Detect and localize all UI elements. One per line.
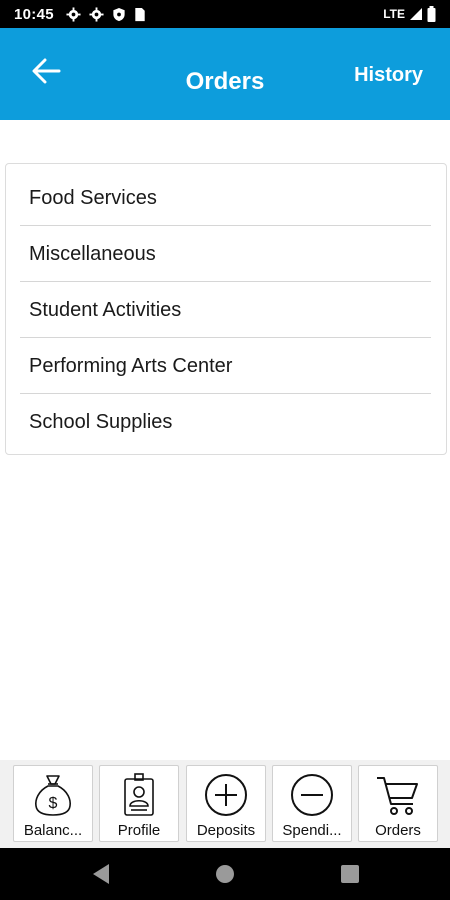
nav-deposits-label: Deposits <box>196 822 256 839</box>
nav-spending-label: Spendi... <box>282 822 342 839</box>
list-item-school-supplies[interactable]: School Supplies <box>20 394 431 450</box>
nav-profile-label: Profile <box>117 822 161 839</box>
plus-circle-icon <box>187 772 265 818</box>
list-item-food-services[interactable]: Food Services <box>20 170 431 226</box>
nav-orders-label: Orders <box>375 822 421 839</box>
money-bag-icon: $ <box>14 772 92 818</box>
list-item-student-activities[interactable]: Student Activities <box>20 282 431 338</box>
nav-profile-button[interactable]: Profile <box>99 765 179 842</box>
system-nav-bar <box>0 848 450 900</box>
status-icons-left <box>66 6 146 22</box>
battery-icon <box>427 6 436 22</box>
app-bar: Orders History <box>0 28 450 120</box>
list-item-miscellaneous[interactable]: Miscellaneous <box>20 226 431 282</box>
status-time: 10:45 <box>14 5 54 23</box>
svg-text:$: $ <box>49 795 58 812</box>
recents-square-icon[interactable] <box>339 862 361 891</box>
gear-icon <box>89 6 104 22</box>
nav-deposits-button[interactable]: Deposits <box>186 765 266 842</box>
minus-circle-icon <box>273 772 351 818</box>
home-circle-icon[interactable] <box>214 862 236 891</box>
sim-card-icon <box>134 7 146 22</box>
nav-spending-button[interactable]: Spendi... <box>272 765 352 842</box>
shield-icon <box>112 7 126 22</box>
bottom-nav: $ Balanc... Profile Deposits Spendi... O… <box>0 760 450 848</box>
signal-icon <box>409 7 423 21</box>
status-icons-right: LTE <box>383 6 436 22</box>
cart-icon <box>359 772 437 818</box>
nav-balance-label: Balanc... <box>23 822 83 839</box>
back-triangle-icon[interactable] <box>90 862 112 891</box>
order-categories-list: Food Services Miscellaneous Student Acti… <box>5 163 447 455</box>
nav-balance-button[interactable]: $ Balanc... <box>13 765 93 842</box>
status-bar: 10:45 LTE <box>0 0 450 28</box>
history-button[interactable]: History <box>354 64 423 87</box>
nav-orders-button[interactable]: Orders <box>358 765 438 842</box>
network-type: LTE <box>383 7 405 21</box>
gear-icon <box>66 6 81 22</box>
id-badge-icon <box>100 772 178 818</box>
list-item-performing-arts-center[interactable]: Performing Arts Center <box>20 338 431 394</box>
